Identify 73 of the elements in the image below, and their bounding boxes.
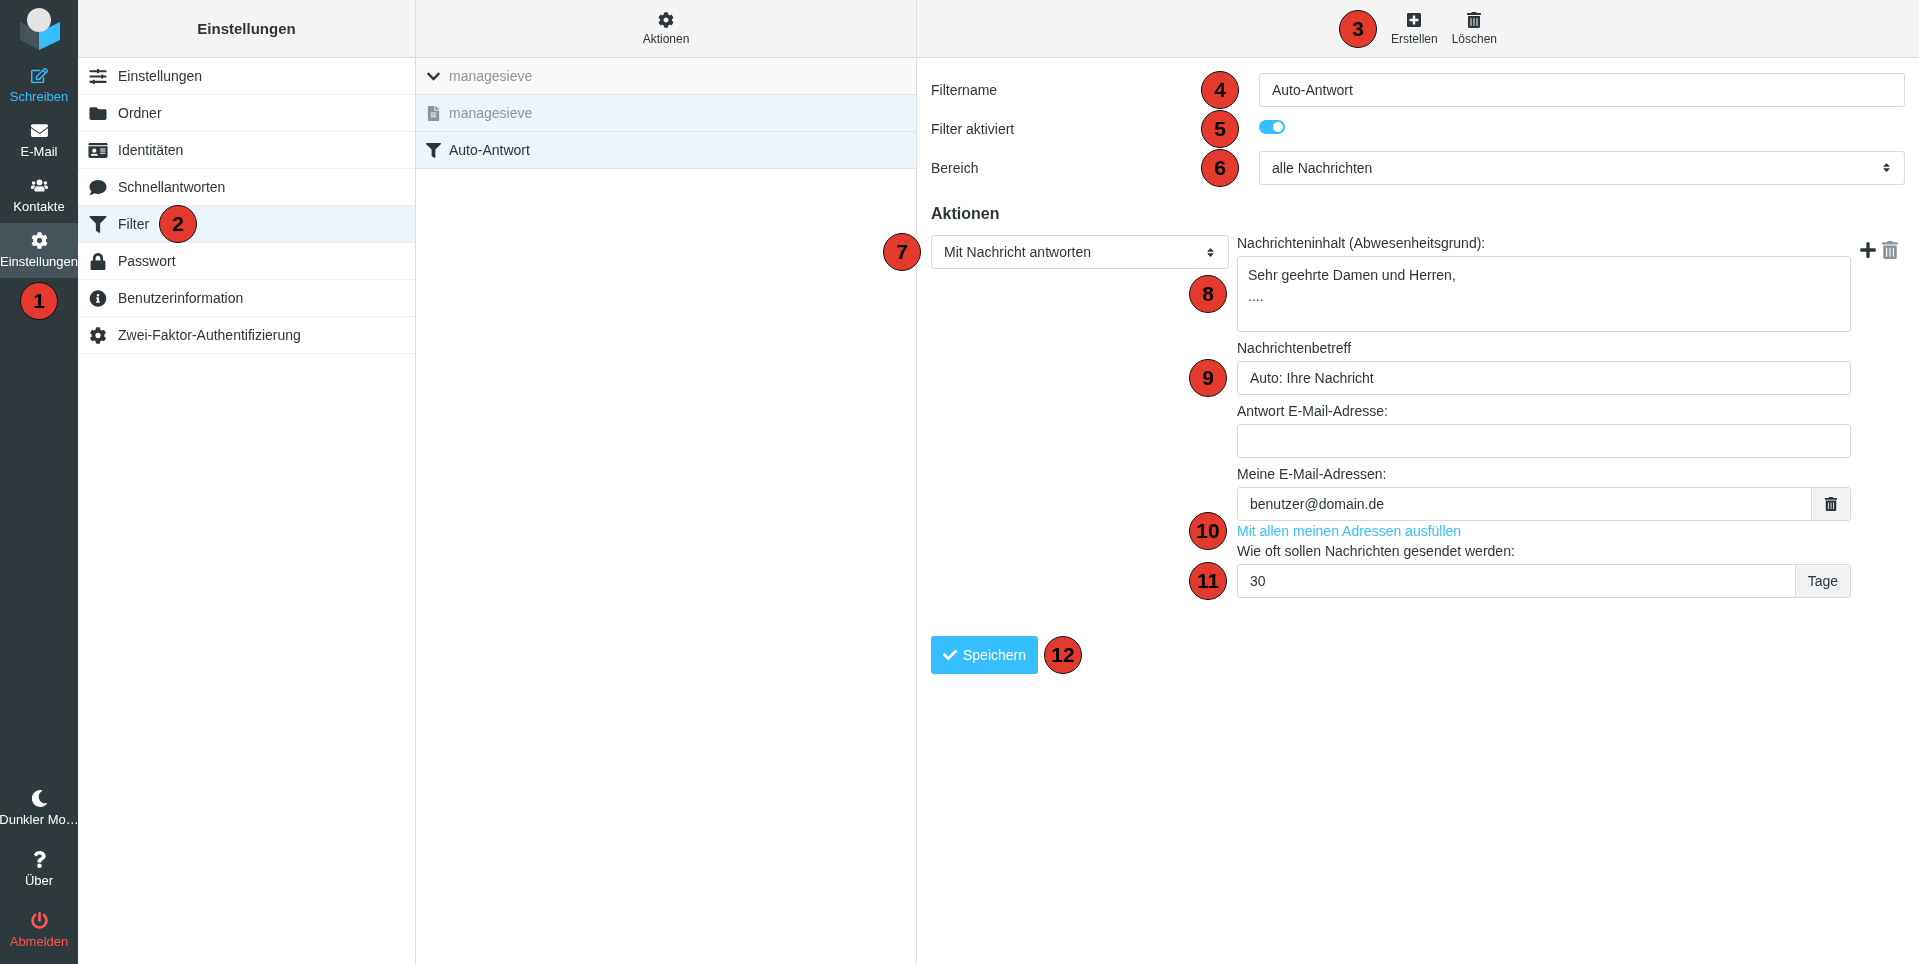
actions-button[interactable]: Aktionen xyxy=(642,11,690,46)
field-label: Nachrichtenbetreff xyxy=(1237,340,1353,356)
nav-item[interactable]: Dunkler Mo… xyxy=(0,781,78,836)
callout-badge: 1 xyxy=(20,282,58,320)
callout-badge: 7 xyxy=(883,233,921,271)
callout-badge: 4 xyxy=(1201,70,1239,109)
settings-item[interactable]: Identitäten xyxy=(78,132,415,169)
callout-badge: 2 xyxy=(159,205,198,243)
nav-item[interactable]: Abmelden xyxy=(0,903,78,958)
message-textarea[interactable]: Sehr geehrte Damen und Herren, .... xyxy=(1237,256,1851,332)
nav-item[interactable]: Über xyxy=(0,842,78,897)
speech-bubble-icon xyxy=(88,178,108,196)
id-card-icon xyxy=(88,141,108,159)
field-label: Bereich xyxy=(931,159,980,176)
days-field[interactable]: 30 Tage xyxy=(1237,564,1851,598)
delete-address-button[interactable] xyxy=(1811,488,1850,520)
panel-title: Einstellungen xyxy=(197,20,296,37)
create-button[interactable]: Erstellen xyxy=(1390,11,1438,46)
settings-item[interactable]: Filter 2 xyxy=(78,206,415,243)
subject-field[interactable]: Auto: Ihre Nachricht xyxy=(1237,361,1851,395)
trash-icon xyxy=(1466,11,1483,28)
delete-button[interactable]: Löschen xyxy=(1451,11,1498,46)
settings-item[interactable]: Ordner xyxy=(78,95,415,132)
people-icon xyxy=(30,177,48,194)
field-label: Filter aktiviert xyxy=(931,120,1016,137)
sort-caret-icon xyxy=(1881,162,1892,173)
edit-icon xyxy=(30,67,48,84)
field-label: Antwort E-Mail-Adresse: xyxy=(1237,403,1389,419)
callout-badge: 10 xyxy=(1189,512,1227,550)
settings-item[interactable]: Benutzerinformation xyxy=(78,280,415,317)
field-label: Filtername xyxy=(931,81,999,98)
field-label: Nachrichteninhalt (Abwesenheitsgrund): xyxy=(1237,235,1487,251)
callout-badge: 3 xyxy=(1338,9,1377,48)
field-label: Wie oft sollen Nachrichten gesendet werden: xyxy=(1237,543,1516,559)
document-icon xyxy=(426,105,441,121)
callout-badge: 5 xyxy=(1201,109,1239,148)
section-heading: Aktionen xyxy=(931,205,1001,223)
settings-icon xyxy=(658,11,674,28)
sliders-icon xyxy=(88,67,108,85)
trash-icon xyxy=(1824,497,1838,511)
nav-item[interactable]: E-Mail xyxy=(0,113,78,168)
callout-badge: 6 xyxy=(1201,148,1239,187)
callout-badge: 12 xyxy=(1044,636,1083,674)
moon-icon xyxy=(30,790,48,807)
scope-select[interactable]: alle Nachrichten xyxy=(1259,150,1905,185)
nav-item[interactable]: Einstellungen xyxy=(0,223,78,278)
folder-icon xyxy=(88,104,108,122)
callout-badge: 11 xyxy=(1189,562,1227,600)
power-icon xyxy=(30,912,48,929)
settings-icon xyxy=(88,326,108,344)
filter-row[interactable]: Auto-Antwort xyxy=(416,132,916,169)
envelope-icon xyxy=(30,122,48,139)
funnel-icon xyxy=(88,215,108,233)
settings-icon xyxy=(30,232,48,249)
settings-item[interactable]: Zwei-Faktor-Authentifizierung xyxy=(78,317,415,354)
info-icon xyxy=(88,289,108,307)
callout-badge: 8 xyxy=(1189,275,1227,313)
sort-caret-icon xyxy=(1205,246,1216,258)
field-label: Meine E-Mail-Adressen: xyxy=(1237,466,1388,482)
filter-name-field[interactable]: Auto-Antwort xyxy=(1259,72,1905,107)
lock-icon xyxy=(88,252,108,270)
callout-badge: 9 xyxy=(1189,359,1227,397)
address-field[interactable]: benutzer@domain.de xyxy=(1237,487,1851,521)
check-icon xyxy=(943,648,957,662)
funnel-icon xyxy=(426,142,441,158)
settings-item[interactable]: Einstellungen xyxy=(78,58,415,95)
nav-item[interactable]: Schreiben xyxy=(0,58,78,113)
toggle-switch[interactable] xyxy=(1259,120,1285,134)
action-select[interactable]: Mit Nachricht antworten xyxy=(931,235,1229,269)
settings-item[interactable]: Passwort xyxy=(78,243,415,280)
nav-item[interactable]: Kontakte xyxy=(0,168,78,223)
reply-address-field[interactable] xyxy=(1237,424,1851,458)
plus-icon[interactable] xyxy=(1859,241,1877,259)
